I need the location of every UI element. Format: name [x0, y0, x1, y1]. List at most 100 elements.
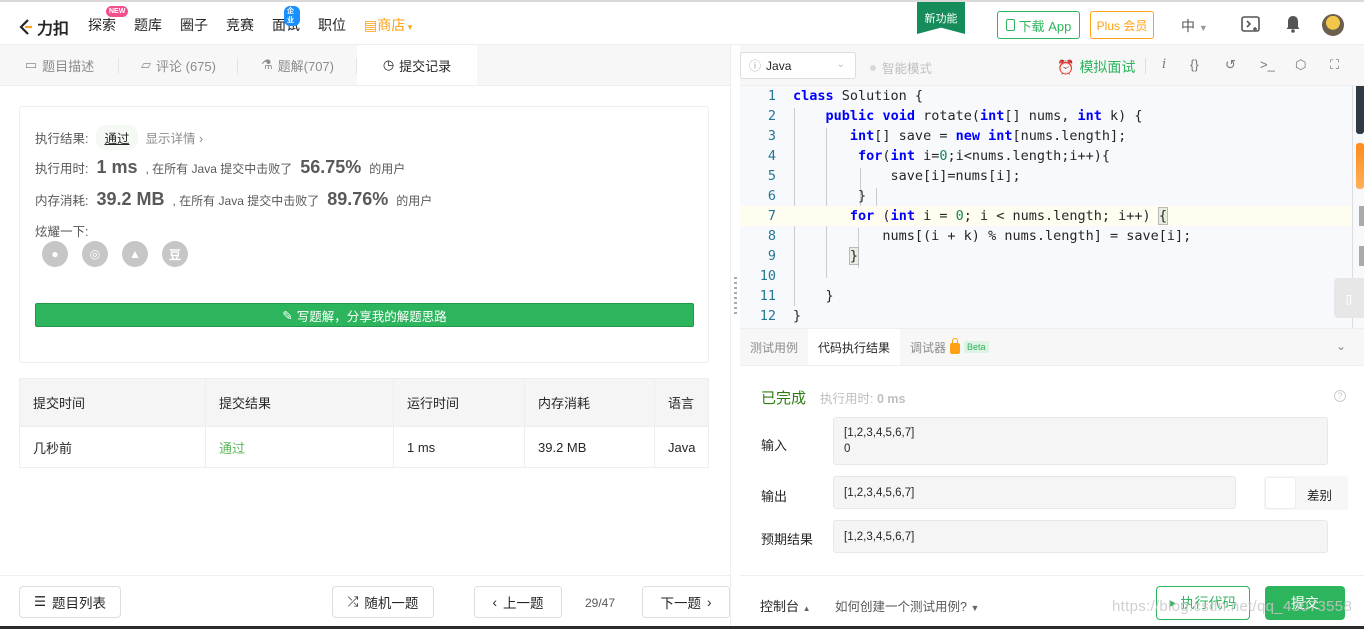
phone-icon: [1005, 19, 1015, 31]
tab-label: 提交记录: [399, 58, 452, 74]
write-solution-button[interactable]: ✎ 写题解，分享我的解题思路: [35, 303, 694, 327]
qq-icon[interactable]: ▲: [122, 241, 148, 267]
problem-list-button[interactable]: ☰ 题目列表: [19, 586, 121, 618]
memory-users: 的用户: [396, 194, 433, 208]
column-header: 提交时间: [19, 378, 206, 427]
settings-icon[interactable]: ⬡: [1295, 57, 1306, 73]
language-select[interactable]: ⓘ Java ⌄: [740, 52, 856, 79]
reset-icon[interactable]: ↺: [1225, 57, 1236, 73]
language-label: 中: [1181, 18, 1195, 34]
weibo-icon[interactable]: ◎: [82, 241, 108, 267]
notification-bell-icon[interactable]: [1282, 14, 1304, 34]
brand-logo[interactable]: 力扣: [18, 15, 69, 39]
plus-member-button[interactable]: Plus 会员: [1090, 11, 1154, 39]
nav-explore[interactable]: 探索 NEW: [88, 6, 129, 35]
console-panel: 测试用例 代码执行结果 调试器 Beta ⌄ 已完成 执行用时: 0 ms ? 输…: [740, 328, 1364, 575]
caret-down-icon: ▼: [970, 603, 980, 613]
terminal-icon[interactable]: >_: [1260, 57, 1275, 72]
tab-run-result[interactable]: 代码执行结果: [808, 329, 901, 365]
nav-problems[interactable]: 题库: [134, 15, 162, 35]
diff-switch[interactable]: [1266, 478, 1295, 508]
show-detail-link[interactable]: 显示详情 ›: [146, 128, 204, 147]
help-icon[interactable]: ?: [1334, 390, 1346, 402]
note-icon[interactable]: ▯: [1334, 278, 1364, 318]
random-problem-button[interactable]: ⤮ 随机一题: [332, 586, 434, 618]
mock-interview-label: 模拟面试: [1079, 59, 1136, 75]
panel-splitter[interactable]: [730, 45, 740, 629]
new-feature-ribbon[interactable]: 新功能: [917, 2, 965, 34]
share-row: 炫耀一下:: [35, 221, 88, 240]
console-tabs: 测试用例 代码执行结果 调试器 Beta ⌄: [740, 329, 1364, 366]
clock-icon: ◷: [382, 57, 395, 72]
left-panel: ▭ 题目描述 ▱ 评论 (675) ⚗ 题解(707) ◷ 提交记录 执行结果: 通过 …: [0, 45, 730, 575]
code-editor[interactable]: 1 class Solution { 2 public void rotate(i…: [740, 86, 1364, 328]
douban-icon[interactable]: 豆: [162, 241, 188, 267]
info-icon[interactable]: i: [1162, 57, 1166, 72]
share-icons: ● ◎ ▲ 豆: [42, 241, 188, 267]
fullscreen-icon[interactable]: ⛶: [1330, 57, 1339, 73]
status-badge[interactable]: 通过: [96, 125, 138, 150]
cell-time: 几秒前: [19, 426, 206, 468]
table-header-row: 提交时间 提交结果 运行时间 内存消耗 语言: [19, 378, 709, 427]
download-app-label: 下载 App: [1018, 18, 1072, 34]
cell-result-link[interactable]: 通过: [205, 426, 394, 468]
tab-solutions[interactable]: ⚗ 题解(707): [238, 45, 357, 85]
random-label: 随机一题: [364, 596, 419, 611]
tab-submissions[interactable]: ◷ 提交记录: [357, 45, 477, 85]
overview-ruler-mark: [1359, 246, 1364, 266]
nav-label: 职位: [318, 17, 346, 33]
memory-desc: , 在所有 Java 提交中击败了: [172, 194, 320, 208]
code-line: 9 }: [767, 247, 860, 265]
tab-comments[interactable]: ▱ 评论 (675): [119, 45, 238, 85]
smart-mode-toggle[interactable]: 智能模式: [870, 58, 932, 77]
drag-handle-icon[interactable]: [734, 277, 737, 317]
nav-label: 圈子: [180, 17, 208, 33]
runtime-users: 的用户: [369, 162, 406, 176]
mock-interview-button[interactable]: ⏰ 模拟面试: [1057, 57, 1135, 77]
nav-label: 竞赛: [226, 17, 254, 33]
tab-label: 评论 (675): [156, 58, 216, 74]
chevron-left-icon: ‹: [492, 594, 498, 610]
run-code-button[interactable]: ▶ 执行代码: [1156, 586, 1250, 620]
memory-label: 内存消耗:: [35, 194, 89, 208]
exec-result-row: 执行结果: 通过 显示详情 ›: [35, 125, 203, 150]
new-badge: NEW: [106, 6, 129, 17]
alarm-clock-icon: ⏰: [1057, 58, 1075, 75]
nav-store[interactable]: ▤商店 ▾: [364, 15, 412, 35]
memory-value: 39.2 MB: [96, 189, 165, 209]
howto-testcase-link[interactable]: 如何创建一个测试用例? ▼: [835, 596, 979, 615]
status-done: 已完成: [761, 390, 807, 407]
diff-toggle[interactable]: 差别: [1264, 476, 1348, 510]
nav-jobs[interactable]: 职位: [318, 15, 346, 35]
code-line: 6 }: [767, 188, 867, 204]
user-avatar[interactable]: [1322, 14, 1344, 36]
expected-label: 预期结果: [761, 532, 814, 547]
code-line: 1 class Solution {: [767, 88, 924, 104]
nav-contest[interactable]: 竞赛: [226, 15, 254, 35]
wechat-icon[interactable]: ●: [42, 241, 68, 267]
language-switch[interactable]: 中 ▼: [1181, 16, 1208, 36]
caret-down-icon: ▼: [1198, 23, 1208, 33]
play-icon: ▶: [1169, 597, 1177, 608]
console-toggle-button[interactable]: 控制台 ▲: [760, 596, 811, 615]
download-app-button[interactable]: 下载 App: [997, 11, 1080, 39]
editor-toolbar: ⓘ Java ⌄ 智能模式 ⏰ 模拟面试 i {} ↺ >_ ⬡ ⛶: [740, 45, 1364, 86]
language-value: Java: [766, 58, 792, 73]
lock-icon: [950, 338, 961, 354]
braces-icon[interactable]: {}: [1190, 57, 1199, 72]
chevron-down-icon[interactable]: ⌄: [1336, 339, 1346, 353]
comment-icon: ▱: [141, 57, 152, 72]
playground-icon[interactable]: [1240, 14, 1262, 34]
nav-circle[interactable]: 圈子: [180, 15, 208, 35]
tab-debugger[interactable]: 调试器 Beta: [900, 329, 999, 365]
next-problem-button[interactable]: 下一题 ›: [642, 586, 730, 618]
tab-description[interactable]: ▭ 题目描述: [0, 45, 119, 85]
tab-testcase[interactable]: 测试用例: [740, 329, 808, 365]
prev-label: 上一题: [503, 596, 544, 611]
minimap-slider[interactable]: [1356, 86, 1364, 134]
submit-button[interactable]: 提交: [1265, 586, 1345, 620]
nav-interview[interactable]: 面试企业: [272, 6, 300, 35]
code-line: 8 nums[(i + k) % nums.length] = save[i];: [767, 228, 1192, 244]
memory-percentile: 89.76%: [327, 189, 389, 209]
prev-problem-button[interactable]: ‹ 上一题: [474, 586, 562, 618]
